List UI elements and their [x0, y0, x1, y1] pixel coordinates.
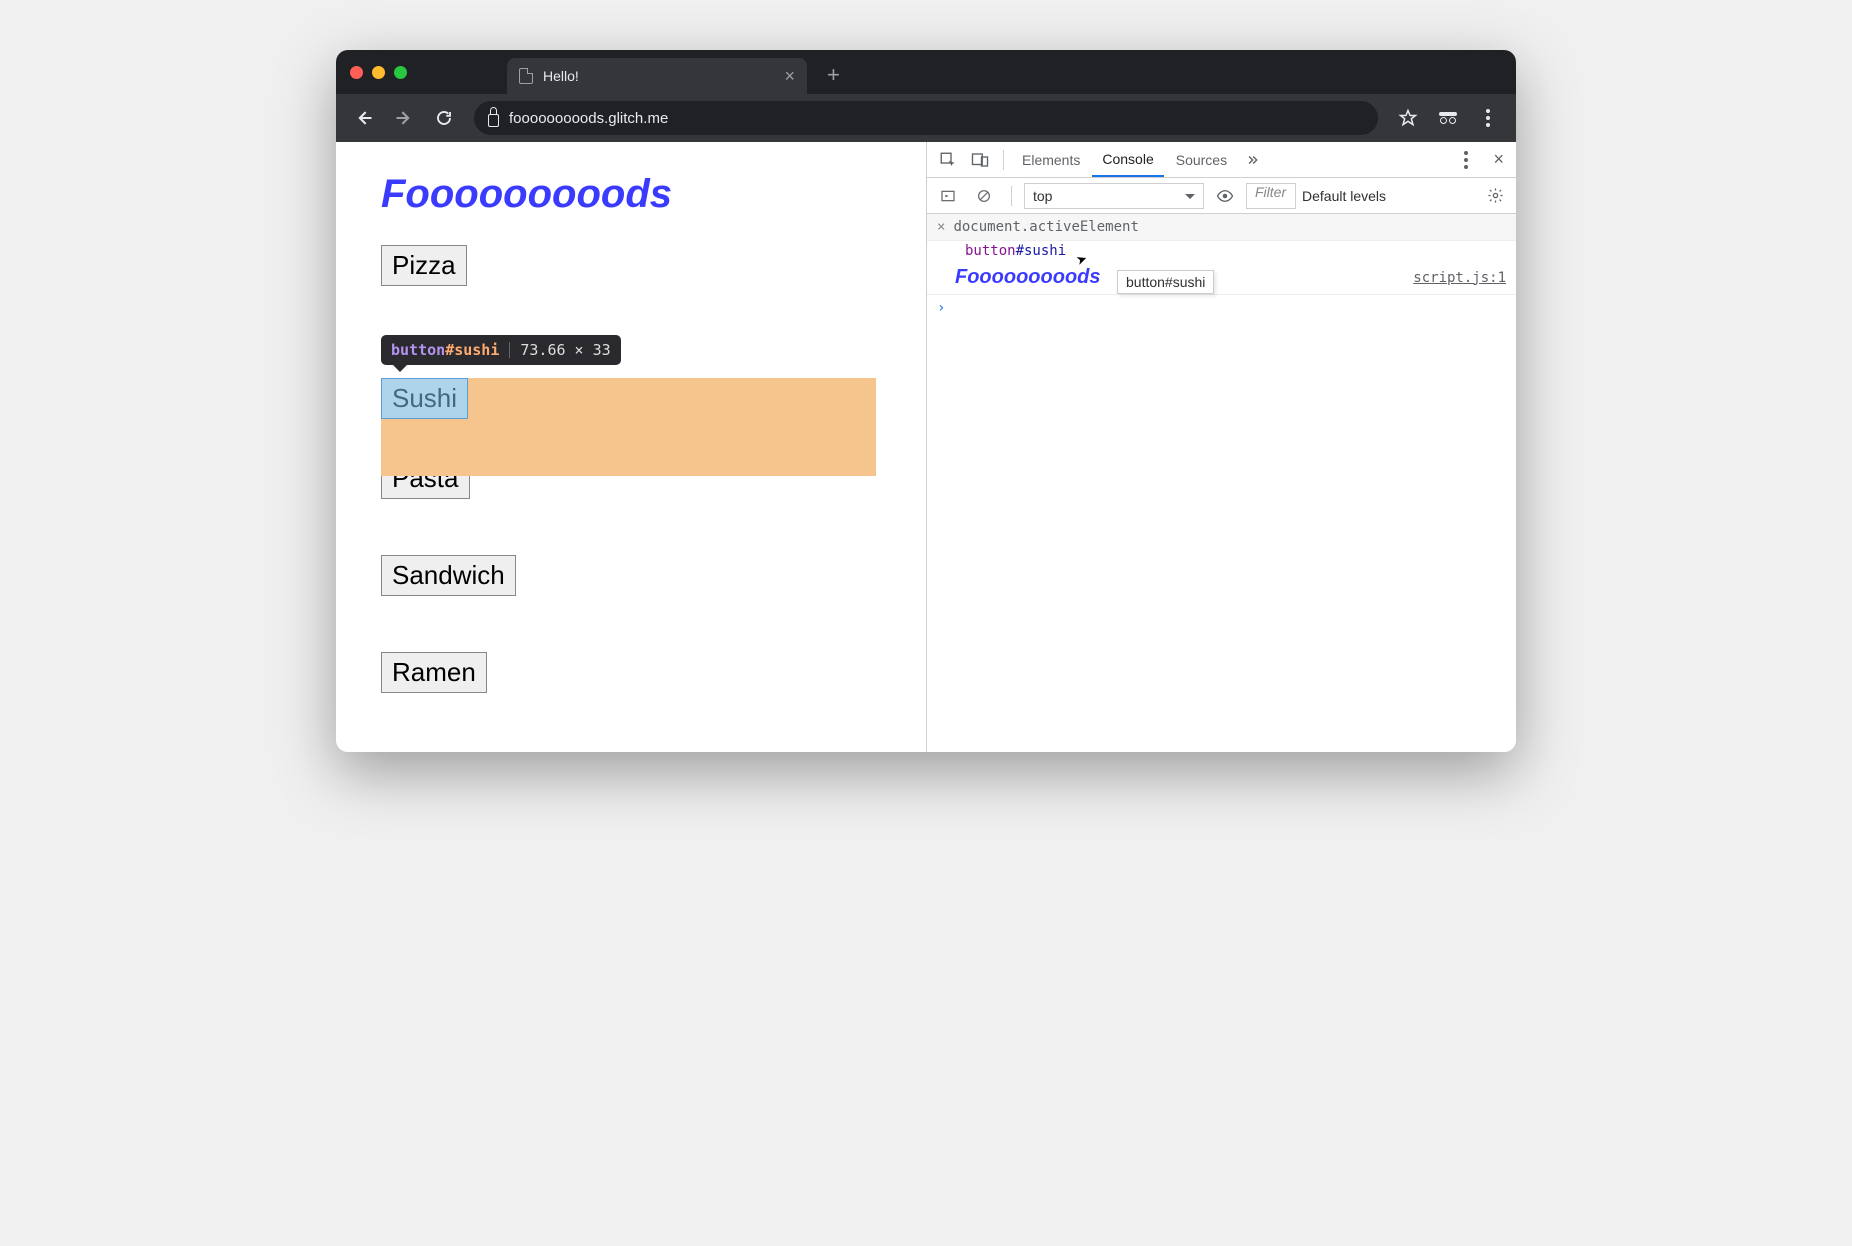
- page-heading: Fooooooooods: [381, 172, 881, 217]
- arrow-left-icon: [354, 108, 374, 128]
- console-log-row[interactable]: Fooooooooods script.js:1: [927, 261, 1516, 295]
- reload-button[interactable]: [426, 100, 462, 136]
- tooltip-separator: [509, 342, 510, 358]
- star-icon: [1398, 108, 1418, 128]
- log-levels-selector[interactable]: Default levels: [1302, 188, 1386, 204]
- tooltip-id: #sushi: [445, 341, 499, 359]
- address-bar[interactable]: fooooooooods.glitch.me: [474, 101, 1378, 135]
- close-devtools-button[interactable]: ×: [1487, 149, 1510, 170]
- web-page: Fooooooooods Pizza button#sushi 73.66 × …: [336, 142, 926, 752]
- sushi-button-wrapper: Sushi: [381, 378, 468, 419]
- log-source-link[interactable]: script.js:1: [1413, 270, 1506, 286]
- reload-icon: [435, 109, 453, 127]
- element-hover-tooltip: button#sushi: [1117, 270, 1214, 294]
- incognito-icon: [1439, 112, 1457, 124]
- sushi-button[interactable]: Sushi: [381, 378, 468, 419]
- file-icon: [519, 68, 533, 84]
- console-prompt[interactable]: ›: [927, 295, 1516, 321]
- eye-icon: [1216, 187, 1234, 205]
- titlebar: Hello! × +: [336, 50, 1516, 94]
- incognito-indicator: [1430, 100, 1466, 136]
- context-selector[interactable]: top: [1024, 183, 1204, 209]
- result-tag: button: [965, 243, 1016, 259]
- close-tab-icon[interactable]: ×: [784, 67, 795, 85]
- kebab-icon: [1486, 109, 1490, 127]
- content-area: Fooooooooods Pizza button#sushi 73.66 × …: [336, 142, 1516, 752]
- inspect-element-button[interactable]: [933, 145, 963, 175]
- chevron-right-double-icon: [1245, 153, 1259, 167]
- device-toolbar-button[interactable]: [965, 145, 995, 175]
- console-result-row[interactable]: button#sushi: [927, 241, 1516, 261]
- minimize-window-icon[interactable]: [372, 66, 385, 79]
- sandwich-button[interactable]: Sandwich: [381, 555, 516, 596]
- filter-input[interactable]: Filter: [1246, 183, 1296, 209]
- tooltip-dimensions: 73.66 × 33: [520, 341, 610, 359]
- arrow-right-icon: [394, 108, 414, 128]
- context-value: top: [1033, 188, 1052, 204]
- clear-console-button[interactable]: [969, 181, 999, 211]
- clear-icon: [976, 188, 992, 204]
- bookmark-button[interactable]: [1390, 100, 1426, 136]
- browser-menu-button[interactable]: [1470, 100, 1506, 136]
- console-output: × document.activeElement button#sushi Fo…: [927, 214, 1516, 752]
- window-controls: [350, 66, 407, 79]
- back-button[interactable]: [346, 100, 382, 136]
- pizza-button[interactable]: Pizza: [381, 245, 467, 286]
- devtools-menu-button[interactable]: [1451, 145, 1481, 175]
- devtools-panel: Elements Console Sources ×: [926, 142, 1516, 752]
- tab-sources[interactable]: Sources: [1166, 142, 1237, 177]
- sidebar-icon: [940, 188, 956, 204]
- console-command-row[interactable]: × document.activeElement: [927, 214, 1516, 241]
- devices-icon: [971, 151, 989, 169]
- live-expression-button[interactable]: [1210, 181, 1240, 211]
- tab-elements[interactable]: Elements: [1012, 142, 1090, 177]
- gear-icon: [1487, 187, 1504, 204]
- command-text: document.activeElement: [953, 219, 1138, 235]
- lock-icon: [488, 114, 499, 127]
- console-sidebar-toggle[interactable]: [933, 181, 963, 211]
- console-toolbar: top Filter Default levels: [927, 178, 1516, 214]
- tooltip-tag: button: [391, 341, 445, 359]
- devtools-tabs: Elements Console Sources ×: [927, 142, 1516, 178]
- maximize-window-icon[interactable]: [394, 66, 407, 79]
- browser-toolbar: fooooooooods.glitch.me: [336, 94, 1516, 142]
- kebab-icon: [1464, 151, 1468, 169]
- result-id: #sushi: [1016, 243, 1067, 259]
- close-window-icon[interactable]: [350, 66, 363, 79]
- browser-tab[interactable]: Hello! ×: [507, 58, 807, 94]
- tab-console[interactable]: Console: [1092, 142, 1163, 177]
- inspect-tooltip: button#sushi 73.66 × 33: [381, 335, 621, 365]
- more-tabs-button[interactable]: [1239, 153, 1265, 167]
- inspect-icon: [939, 151, 957, 169]
- console-settings-button[interactable]: [1481, 187, 1510, 204]
- log-message: Fooooooooods: [937, 266, 1101, 289]
- delete-entry-icon[interactable]: ×: [937, 219, 945, 235]
- separator: [1011, 186, 1012, 206]
- forward-button[interactable]: [386, 100, 422, 136]
- url-text: fooooooooods.glitch.me: [509, 110, 668, 127]
- separator: [1003, 150, 1004, 170]
- new-tab-button[interactable]: +: [827, 62, 840, 88]
- ramen-button[interactable]: Ramen: [381, 652, 487, 693]
- tab-title: Hello!: [543, 68, 579, 84]
- browser-window: Hello! × + fooooooooods.glitch.me: [336, 50, 1516, 752]
